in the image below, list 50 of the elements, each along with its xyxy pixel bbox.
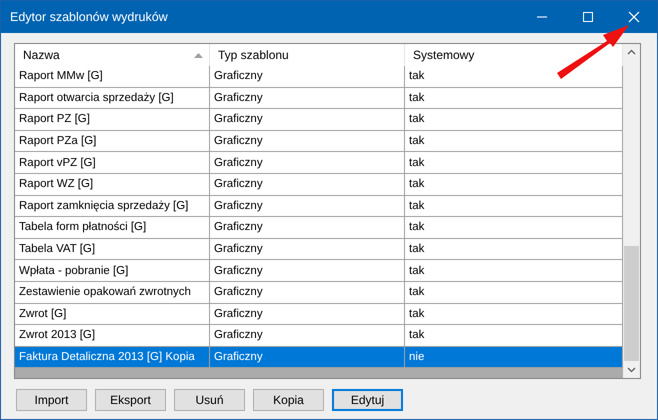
table-cell: Graficzny [210,130,405,152]
table-row[interactable]: Zestawienie opakowań zwrotnych Graficzny tak [15,282,623,304]
table-row[interactable]: Raport zamknięcia sprzedaży [G] Graficzny tak [15,196,623,218]
table-cell: Graficzny [210,196,405,216]
action-button[interactable]: Edytuj [332,389,403,411]
table-cell: Graficzny [210,304,405,324]
table-cell: Raport PZ [G] [15,109,210,130]
table-row[interactable]: Raport PZ [G] Graficzny tak [15,109,623,131]
table-cell: Wpłata - pobranie [G] [15,260,210,281]
table-row[interactable]: Faktura Detaliczna 2013 [G] Kopia Graficzny nie [15,346,623,368]
table-row[interactable]: Raport vPZ [G] Graficzny tak [15,152,623,174]
table-cell: Graficzny [210,66,405,87]
table-row[interactable]: Tabela VAT [G] Graficzny tak [15,238,623,260]
table-cell: Raport MMw [G] [15,66,210,87]
table-cell: Graficzny [210,260,405,281]
table-cell: Raport vPZ [G] [15,152,210,173]
table-row[interactable]: Zwrot [G] Graficzny tak [15,304,623,326]
vertical-scrollbar[interactable] [623,44,640,378]
action-button[interactable]: Eksport [95,389,166,411]
action-button[interactable]: Usuń [174,389,245,411]
table-row[interactable]: Raport MMw [G] Graficzny tak [15,66,623,88]
table-cell: Faktura Detaliczna 2013 [G] Kopia [15,346,210,368]
table-cell: Graficzny [210,238,405,260]
table-cell: Graficzny [210,152,405,173]
action-button[interactable]: Import [16,389,87,411]
table-cell: Graficzny [210,325,405,346]
table-cell: Tabela VAT [G] [15,238,210,260]
table-row[interactable]: Tabela form płatności [G] Graficzny tak [15,217,623,239]
table-cell: Zwrot 2013 [G] [15,325,210,346]
scrollbar-thumb[interactable] [624,246,639,361]
table-cell: Zestawienie opakowań zwrotnych [15,282,210,303]
table-cell: Raport WZ [G] [15,174,210,195]
window-title: Edytor szablonów wydruków [9,10,169,24]
table-cell: Zwrot [G] [15,304,210,324]
table-cell: Raport PZa [G] [15,130,210,152]
table-row[interactable]: Raport WZ [G] Graficzny tak [15,174,623,196]
table-cell: Graficzny [210,88,405,108]
table-row[interactable]: Raport otwarcia sprzedaży [G] Graficzny tak [15,88,623,110]
table-cell: Graficzny [210,282,405,303]
table-row[interactable]: Raport PZa [G] Graficzny tak [15,130,623,152]
table-cell: Graficzny [210,174,405,195]
table-cell: Tabela form płatności [G] [15,217,210,238]
table-cell: Graficzny [210,109,405,130]
action-button[interactable]: Kopia [253,389,324,411]
table-cell: Raport zamknięcia sprzedaży [G] [15,196,210,216]
table-cell: Graficzny [210,217,405,238]
table-cell: Raport otwarcia sprzedaży [G] [15,88,210,108]
table-row[interactable]: Zwrot 2013 [G] Graficzny tak [15,325,623,347]
table-row[interactable]: Wpłata - pobranie [G] Graficzny tak [15,260,623,282]
table-cell: Graficzny [210,346,405,368]
